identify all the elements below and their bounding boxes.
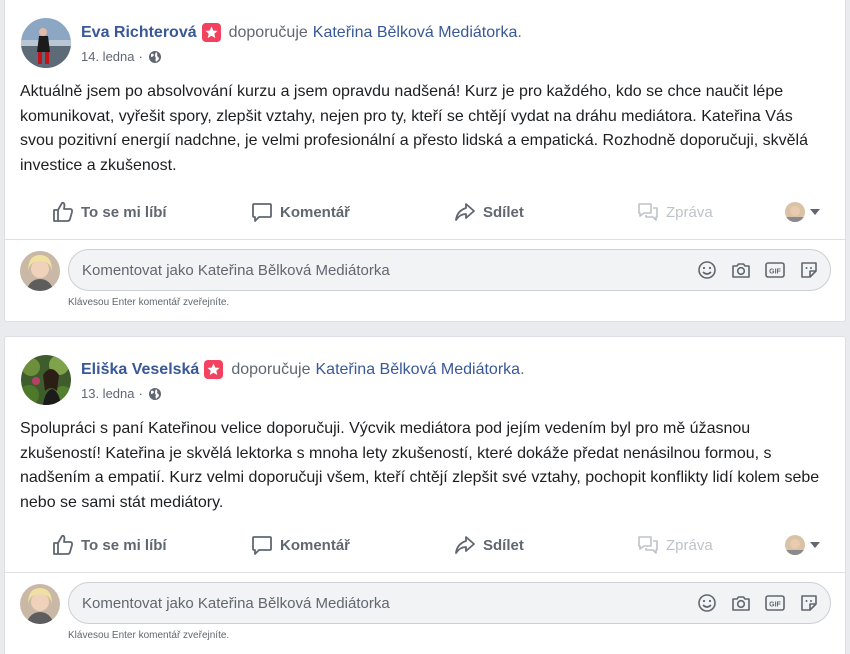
recommends-text: doporučuje <box>228 23 308 41</box>
post-date[interactable]: 14. ledna <box>81 49 135 64</box>
comment-composer: GIF <box>68 249 831 291</box>
like-label: To se mi líbí <box>81 536 167 554</box>
star-badge-icon <box>201 23 221 42</box>
smiley-icon[interactable] <box>696 259 718 281</box>
divider <box>5 239 845 240</box>
comment-button[interactable]: Komentář <box>250 529 350 561</box>
message-button[interactable]: Zpráva <box>636 529 713 561</box>
share-arrow-icon <box>455 536 475 554</box>
page-avatar-small[interactable] <box>785 535 805 555</box>
post-header: Eva Richterová doporučuje Kateřina Bělko… <box>81 23 522 42</box>
smiley-icon[interactable] <box>696 592 718 614</box>
author-name[interactable]: Eliška Veselská <box>81 361 199 379</box>
post-meta: 13. ledna · <box>81 386 162 401</box>
divider <box>5 572 845 573</box>
recommends-text: doporučuje <box>231 360 311 378</box>
page-avatar-small[interactable] <box>785 202 805 222</box>
message-label: Zpráva <box>666 536 713 554</box>
comment-input[interactable] <box>69 250 669 290</box>
thumbs-up-icon <box>53 201 73 222</box>
like-button[interactable]: To se mi líbí <box>51 529 167 561</box>
review-post: Eliška Veselská doporučuje Kateřina Bělk… <box>4 336 846 654</box>
share-label: Sdílet <box>483 203 524 221</box>
share-arrow-icon <box>455 203 475 221</box>
chat-bubbles-icon <box>638 536 658 554</box>
commenter-avatar <box>20 251 60 291</box>
message-label: Zpráva <box>666 203 713 221</box>
chat-bubbles-icon <box>638 203 658 221</box>
commenter-avatar <box>20 584 60 624</box>
gif-icon[interactable]: GIF <box>764 592 786 614</box>
comment-label: Komentář <box>280 203 351 221</box>
post-header: Eliška Veselská doporučuje Kateřina Bělk… <box>81 360 525 379</box>
chevron-down-icon[interactable] <box>810 542 820 548</box>
like-button[interactable]: To se mi líbí <box>51 196 167 228</box>
star-badge-icon <box>204 360 224 379</box>
sticker-icon[interactable] <box>798 259 820 281</box>
share-button[interactable]: Sdílet <box>453 196 524 228</box>
comment-input[interactable] <box>69 583 669 623</box>
action-bar: To se mi líbí Komentář Sdílet Zpráva <box>5 196 845 228</box>
comment-button[interactable]: Komentář <box>250 196 350 228</box>
sentence-end: . <box>517 23 522 41</box>
globe-icon <box>148 387 162 401</box>
sentence-end: . <box>520 360 525 378</box>
post-meta: 14. ledna · <box>81 49 162 64</box>
comment-hint: Klávesou Enter komentář zveřejníte. <box>68 630 230 641</box>
share-label: Sdílet <box>483 536 524 554</box>
review-post: Eva Richterová doporučuje Kateřina Bělko… <box>4 0 846 322</box>
share-button[interactable]: Sdílet <box>453 529 524 561</box>
post-text: Spolupráci s paní Kateřinou velice dopor… <box>20 420 820 511</box>
comment-hint: Klávesou Enter komentář zveřejníte. <box>68 297 230 308</box>
action-bar: To se mi líbí Komentář Sdílet Zpráva <box>5 529 845 561</box>
author-avatar[interactable] <box>21 18 71 68</box>
page-link[interactable]: Kateřina Bělková Mediátorka <box>313 24 518 42</box>
meta-separator: · <box>138 386 143 401</box>
composer-tools: GIF <box>696 592 820 614</box>
page-link[interactable]: Kateřina Bělková Mediátorka <box>316 361 521 379</box>
author-avatar[interactable] <box>21 355 71 405</box>
svg-text:GIF: GIF <box>769 602 781 609</box>
speech-bubble-icon <box>252 536 272 555</box>
like-label: To se mi líbí <box>81 203 167 221</box>
message-button[interactable]: Zpráva <box>636 196 713 228</box>
thumbs-up-icon <box>53 534 73 555</box>
camera-icon[interactable] <box>730 592 752 614</box>
camera-icon[interactable] <box>730 259 752 281</box>
sticker-icon[interactable] <box>798 592 820 614</box>
composer-tools: GIF <box>696 259 820 281</box>
meta-separator: · <box>138 49 143 64</box>
chevron-down-icon[interactable] <box>810 209 820 215</box>
comment-label: Komentář <box>280 536 351 554</box>
speech-bubble-icon <box>252 203 272 222</box>
globe-icon <box>148 50 162 64</box>
gif-icon[interactable]: GIF <box>764 259 786 281</box>
post-date[interactable]: 13. ledna <box>81 386 135 401</box>
author-name[interactable]: Eva Richterová <box>81 24 197 42</box>
comment-composer: GIF <box>68 582 831 624</box>
svg-text:GIF: GIF <box>769 269 781 276</box>
post-text: Aktuálně jsem po absolvování kurzu a jse… <box>20 83 808 174</box>
